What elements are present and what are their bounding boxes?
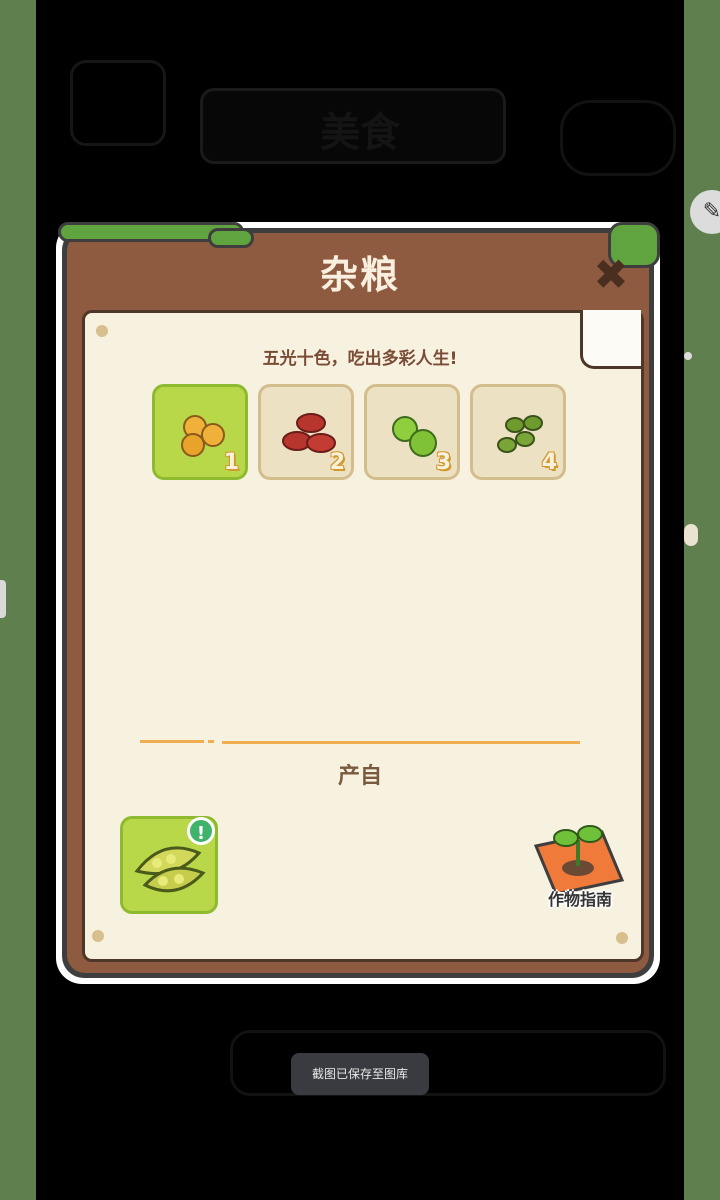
variant-tile-1[interactable]: 1 bbox=[152, 384, 248, 480]
grass-decoration-mid bbox=[208, 228, 254, 248]
variant-tiles: 1 2 3 4 bbox=[152, 384, 582, 484]
left-edge-handle[interactable] bbox=[0, 580, 6, 618]
dialog-subtitle: 五光十色，吃出多彩人生! bbox=[262, 349, 458, 369]
close-icon[interactable]: ✖ bbox=[590, 254, 632, 296]
exclamation-badge-icon: ! bbox=[187, 817, 215, 845]
divider-line bbox=[140, 740, 204, 743]
source-label: 产自 bbox=[337, 764, 382, 789]
background-title: 美食 bbox=[320, 110, 400, 156]
pin-bottom-left bbox=[92, 930, 104, 942]
edge-handle bbox=[684, 524, 698, 546]
crop-guide-label[interactable]: 作物指南 bbox=[530, 886, 630, 910]
variant-number: 2 bbox=[329, 450, 345, 475]
variant-number: 1 bbox=[223, 450, 239, 475]
variant-tile-3[interactable]: 3 bbox=[364, 384, 460, 480]
divider-dot bbox=[208, 740, 214, 743]
background-logo bbox=[70, 60, 166, 146]
variant-number: 3 bbox=[435, 450, 451, 475]
variant-number: 4 bbox=[541, 450, 557, 475]
edge-dot bbox=[684, 352, 692, 360]
background-side-panel bbox=[560, 100, 676, 176]
pin-bottom-right bbox=[616, 932, 628, 944]
variant-tile-4[interactable]: 4 bbox=[470, 384, 566, 480]
dialog-title: 杂粮 bbox=[319, 253, 400, 297]
right-side-strip bbox=[684, 0, 720, 1200]
pin-top-left bbox=[96, 325, 108, 337]
toast-message: 截图已保存至图库 bbox=[291, 1053, 429, 1095]
divider-line-long bbox=[222, 741, 580, 744]
sprout-icon bbox=[533, 825, 625, 896]
variant-tile-2[interactable]: 2 bbox=[258, 384, 354, 480]
paper-curl-corner bbox=[580, 310, 641, 369]
